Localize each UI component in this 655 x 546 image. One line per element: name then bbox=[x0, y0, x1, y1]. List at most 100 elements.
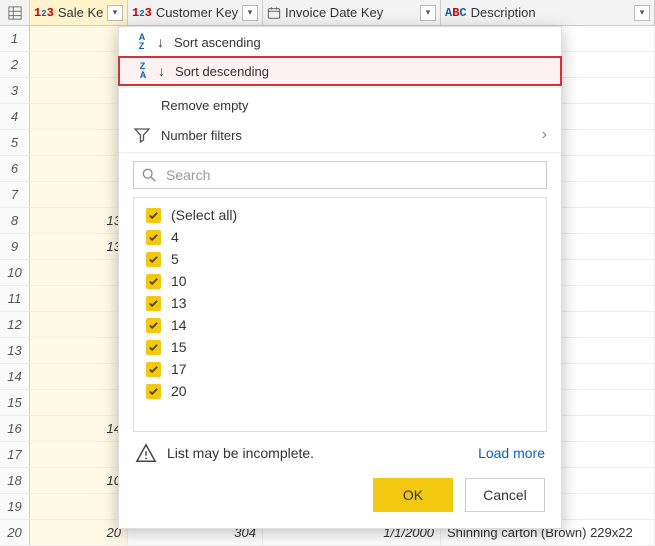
filter-search-box[interactable] bbox=[133, 161, 547, 189]
cell[interactable] bbox=[30, 390, 128, 415]
chevron-right-icon: › bbox=[542, 126, 547, 144]
cell[interactable] bbox=[30, 52, 128, 77]
column-dropdown-button[interactable]: ▾ bbox=[107, 5, 123, 21]
filter-item-label: 15 bbox=[171, 339, 187, 355]
cell[interactable] bbox=[30, 338, 128, 363]
down-arrow-icon: ↓ bbox=[158, 63, 165, 79]
type-icon: ABC bbox=[445, 6, 467, 20]
filter-item[interactable]: 17 bbox=[142, 358, 538, 380]
cell[interactable] bbox=[30, 364, 128, 389]
sort-ascending-label: Sort ascending bbox=[174, 35, 261, 50]
checkbox-checked-icon bbox=[146, 208, 161, 223]
remove-empty-label: Remove empty bbox=[161, 98, 248, 113]
checkbox-checked-icon bbox=[146, 362, 161, 377]
row-number: 19 bbox=[0, 494, 30, 519]
cell[interactable] bbox=[30, 78, 128, 103]
column-header[interactable]: Invoice Date Key ▾ bbox=[263, 0, 441, 25]
sort-asc-icon: AZ bbox=[133, 33, 151, 51]
filter-item-label: 17 bbox=[171, 361, 187, 377]
filter-item[interactable]: 4 bbox=[142, 226, 538, 248]
button-row: OK Cancel bbox=[135, 478, 545, 512]
type-icon bbox=[267, 6, 281, 20]
cell[interactable] bbox=[30, 130, 128, 155]
cell[interactable] bbox=[30, 312, 128, 337]
column-header[interactable]: 123Sale Key▾ bbox=[30, 0, 128, 25]
column-name: Invoice Date Key bbox=[285, 5, 416, 20]
filter-item[interactable]: 15 bbox=[142, 336, 538, 358]
column-filter-menu: AZ ↓ Sort ascending ZA ↓ Sort descending… bbox=[118, 26, 562, 529]
funnel-icon bbox=[133, 127, 151, 143]
sort-descending-item[interactable]: ZA ↓ Sort descending bbox=[118, 56, 562, 86]
cell[interactable] bbox=[30, 156, 128, 181]
cell[interactable] bbox=[30, 286, 128, 311]
filter-item-label: 4 bbox=[171, 229, 179, 245]
cell[interactable] bbox=[30, 182, 128, 207]
filter-item[interactable]: 14 bbox=[142, 314, 538, 336]
row-number: 7 bbox=[0, 182, 30, 207]
row-number: 10 bbox=[0, 260, 30, 285]
filter-item-label: 14 bbox=[171, 317, 187, 333]
sort-ascending-item[interactable]: AZ ↓ Sort ascending bbox=[119, 27, 561, 57]
search-icon bbox=[142, 168, 156, 182]
row-number: 17 bbox=[0, 442, 30, 467]
column-header-row: 123Sale Key▾123Customer Key▾Invoice Date… bbox=[0, 0, 655, 26]
row-number: 1 bbox=[0, 26, 30, 51]
column-dropdown-button[interactable]: ▾ bbox=[242, 5, 258, 21]
filter-item[interactable]: 10 bbox=[142, 270, 538, 292]
row-number: 15 bbox=[0, 390, 30, 415]
row-number: 2 bbox=[0, 52, 30, 77]
checkbox-checked-icon bbox=[146, 252, 161, 267]
cell[interactable] bbox=[30, 494, 128, 519]
checkbox-checked-icon bbox=[146, 340, 161, 355]
row-number: 3 bbox=[0, 78, 30, 103]
filter-item[interactable]: 13 bbox=[142, 292, 538, 314]
row-number: 8 bbox=[0, 208, 30, 233]
filter-item[interactable]: 5 bbox=[142, 248, 538, 270]
row-number: 13 bbox=[0, 338, 30, 363]
cell[interactable] bbox=[30, 260, 128, 285]
number-filters-item[interactable]: Number filters › bbox=[119, 120, 561, 150]
filter-item[interactable]: 20 bbox=[142, 380, 538, 402]
row-number: 20 bbox=[0, 520, 30, 545]
ok-button[interactable]: OK bbox=[373, 478, 453, 512]
sort-descending-label: Sort descending bbox=[175, 64, 269, 79]
filter-search-input[interactable] bbox=[164, 166, 538, 184]
table-corner bbox=[0, 0, 30, 25]
cell[interactable] bbox=[30, 442, 128, 467]
remove-empty-item[interactable]: Remove empty bbox=[119, 90, 561, 120]
load-more-link[interactable]: Load more bbox=[478, 445, 545, 461]
cell[interactable]: 20 bbox=[30, 520, 128, 545]
down-arrow-icon: ↓ bbox=[157, 34, 164, 50]
number-filters-label: Number filters bbox=[161, 128, 242, 143]
row-number: 6 bbox=[0, 156, 30, 181]
row-number: 14 bbox=[0, 364, 30, 389]
column-header[interactable]: 123Customer Key▾ bbox=[128, 0, 263, 25]
cell[interactable]: 10 bbox=[30, 468, 128, 493]
filter-item-label: 20 bbox=[171, 383, 187, 399]
row-number: 12 bbox=[0, 312, 30, 337]
filter-item-label: (Select all) bbox=[171, 207, 237, 223]
column-name: Sale Key bbox=[58, 5, 103, 20]
column-dropdown-button[interactable]: ▾ bbox=[634, 5, 650, 21]
column-name: Customer Key bbox=[156, 5, 238, 20]
incomplete-row: List may be incomplete. Load more bbox=[135, 442, 545, 464]
filter-value-list[interactable]: (Select all) 4 5 1013 14 15 17 20 bbox=[133, 197, 547, 432]
row-number: 11 bbox=[0, 286, 30, 311]
column-header[interactable]: ABC Description ▾ bbox=[441, 0, 655, 25]
incomplete-label: List may be incomplete. bbox=[167, 445, 314, 461]
row-number: 16 bbox=[0, 416, 30, 441]
row-number: 4 bbox=[0, 104, 30, 129]
cell[interactable]: 14 bbox=[30, 416, 128, 441]
column-dropdown-button[interactable]: ▾ bbox=[420, 5, 436, 21]
sort-desc-icon: ZA bbox=[134, 62, 152, 80]
cell[interactable] bbox=[30, 104, 128, 129]
cell[interactable] bbox=[30, 26, 128, 51]
menu-separator bbox=[119, 87, 561, 88]
cancel-button[interactable]: Cancel bbox=[465, 478, 545, 512]
cell[interactable]: 13 bbox=[30, 234, 128, 259]
row-number: 18 bbox=[0, 468, 30, 493]
filter-item-label: 5 bbox=[171, 251, 179, 267]
filter-item-select-all[interactable]: (Select all) bbox=[142, 204, 538, 226]
cell[interactable]: 13 bbox=[30, 208, 128, 233]
column-name: Description bbox=[471, 5, 630, 20]
